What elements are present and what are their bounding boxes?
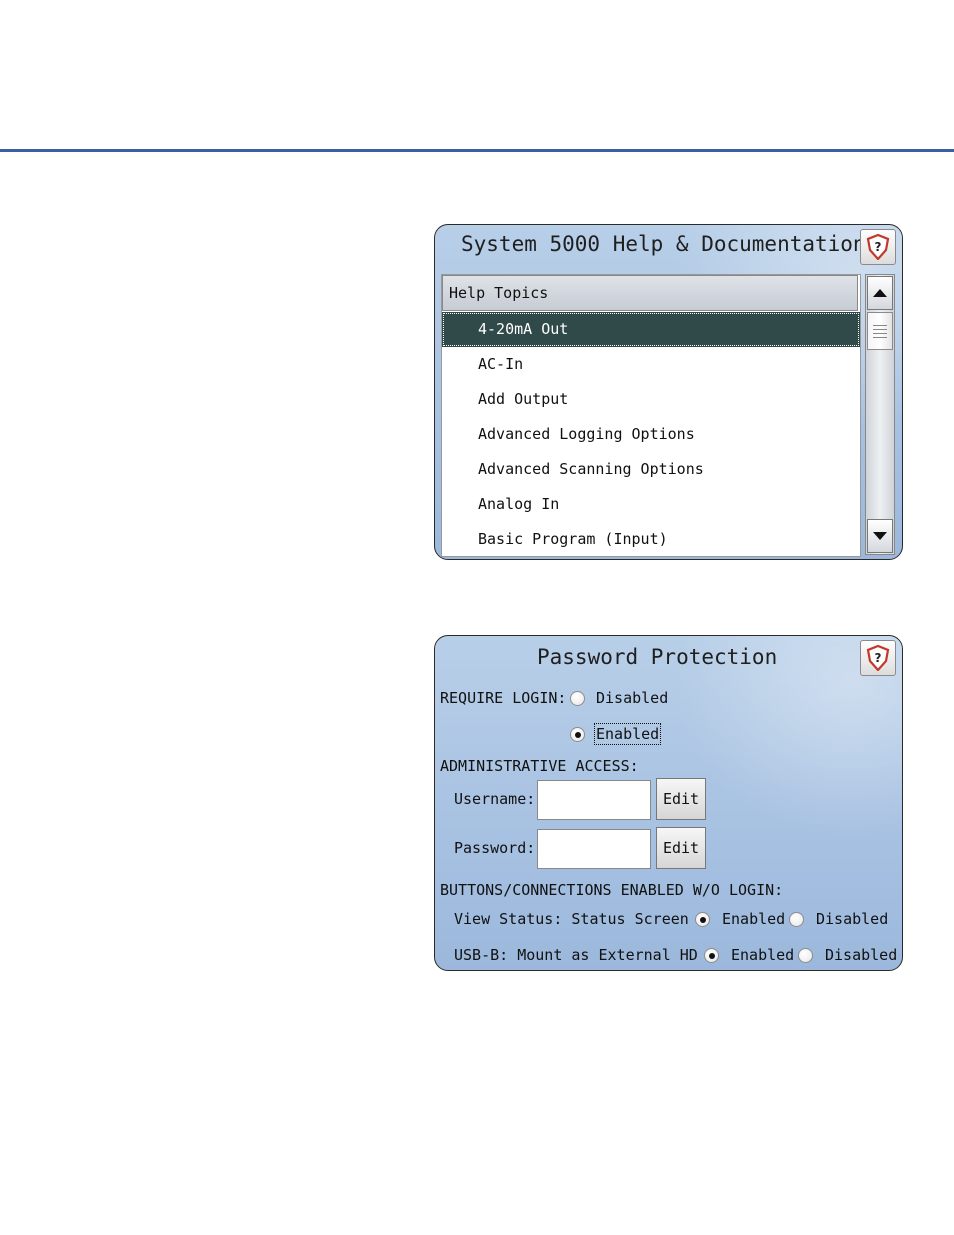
list-item[interactable]: AC-In xyxy=(442,347,860,382)
help-question-shield-icon: ? xyxy=(866,645,890,671)
usb-enabled-label[interactable]: Enabled xyxy=(731,946,794,964)
edit-username-button[interactable]: Edit xyxy=(656,778,706,820)
edit-password-button[interactable]: Edit xyxy=(656,827,706,869)
password-window-title: Password Protection xyxy=(537,645,778,669)
top-divider-rule xyxy=(0,149,954,152)
triangle-down-icon xyxy=(873,532,887,540)
view-status-disabled-radio[interactable] xyxy=(789,912,804,927)
scroll-down-button[interactable] xyxy=(867,519,893,553)
require-login-disabled-label[interactable]: Disabled xyxy=(596,689,668,707)
view-status-disabled-label[interactable]: Disabled xyxy=(816,910,888,928)
svg-text:?: ? xyxy=(875,651,882,665)
require-login-enabled-label[interactable]: Enabled xyxy=(593,723,662,745)
help-button[interactable]: ? xyxy=(860,229,896,265)
triangle-up-icon xyxy=(873,289,887,297)
usb-mount-label: USB-B: Mount as External HD xyxy=(454,946,698,964)
topics-scrollbar[interactable] xyxy=(865,274,895,555)
username-label: Username: xyxy=(454,790,536,808)
view-status-label: View Status: Status Screen xyxy=(454,910,689,928)
usb-disabled-radio[interactable] xyxy=(798,948,813,963)
buttons-connections-label: BUTTONS/CONNECTIONS ENABLED W/O LOGIN: xyxy=(440,881,784,899)
usb-enabled-radio[interactable] xyxy=(704,948,719,963)
svg-text:?: ? xyxy=(875,240,882,254)
help-documentation-window: System 5000 Help & Documentation ? Help … xyxy=(434,224,903,560)
password-label: Password: xyxy=(454,839,536,857)
username-field[interactable] xyxy=(537,780,651,820)
require-login-disabled-radio[interactable] xyxy=(570,691,585,706)
help-topics-header: Help Topics xyxy=(442,275,858,311)
scroll-thumb[interactable] xyxy=(867,312,893,350)
list-item[interactable]: Add Output xyxy=(442,382,860,417)
require-login-label: REQUIRE LOGIN: xyxy=(440,689,567,707)
password-protection-window: Password Protection ? REQUIRE LOGIN: Dis… xyxy=(434,635,903,971)
password-field[interactable] xyxy=(537,829,651,869)
usb-disabled-label[interactable]: Disabled xyxy=(825,946,897,964)
list-item[interactable]: Advanced Logging Options xyxy=(442,417,860,452)
list-item[interactable]: Basic Program (Input) xyxy=(442,522,860,557)
view-status-enabled-label[interactable]: Enabled xyxy=(722,910,785,928)
view-status-enabled-radio[interactable] xyxy=(695,912,710,927)
list-item[interactable]: Advanced Scanning Options xyxy=(442,452,860,487)
help-button[interactable]: ? xyxy=(860,640,896,676)
help-question-shield-icon: ? xyxy=(866,234,890,260)
admin-access-label: ADMINISTRATIVE ACCESS: xyxy=(440,757,639,775)
list-item[interactable]: Analog In xyxy=(442,487,860,522)
list-item[interactable]: 4-20mA Out xyxy=(442,312,860,347)
require-login-enabled-radio[interactable] xyxy=(570,727,585,742)
scroll-up-button[interactable] xyxy=(867,276,893,310)
help-window-title: System 5000 Help & Documentation xyxy=(461,232,866,256)
help-topics-list[interactable]: Help Topics 4-20mA Out AC-In Add Output … xyxy=(441,274,861,557)
